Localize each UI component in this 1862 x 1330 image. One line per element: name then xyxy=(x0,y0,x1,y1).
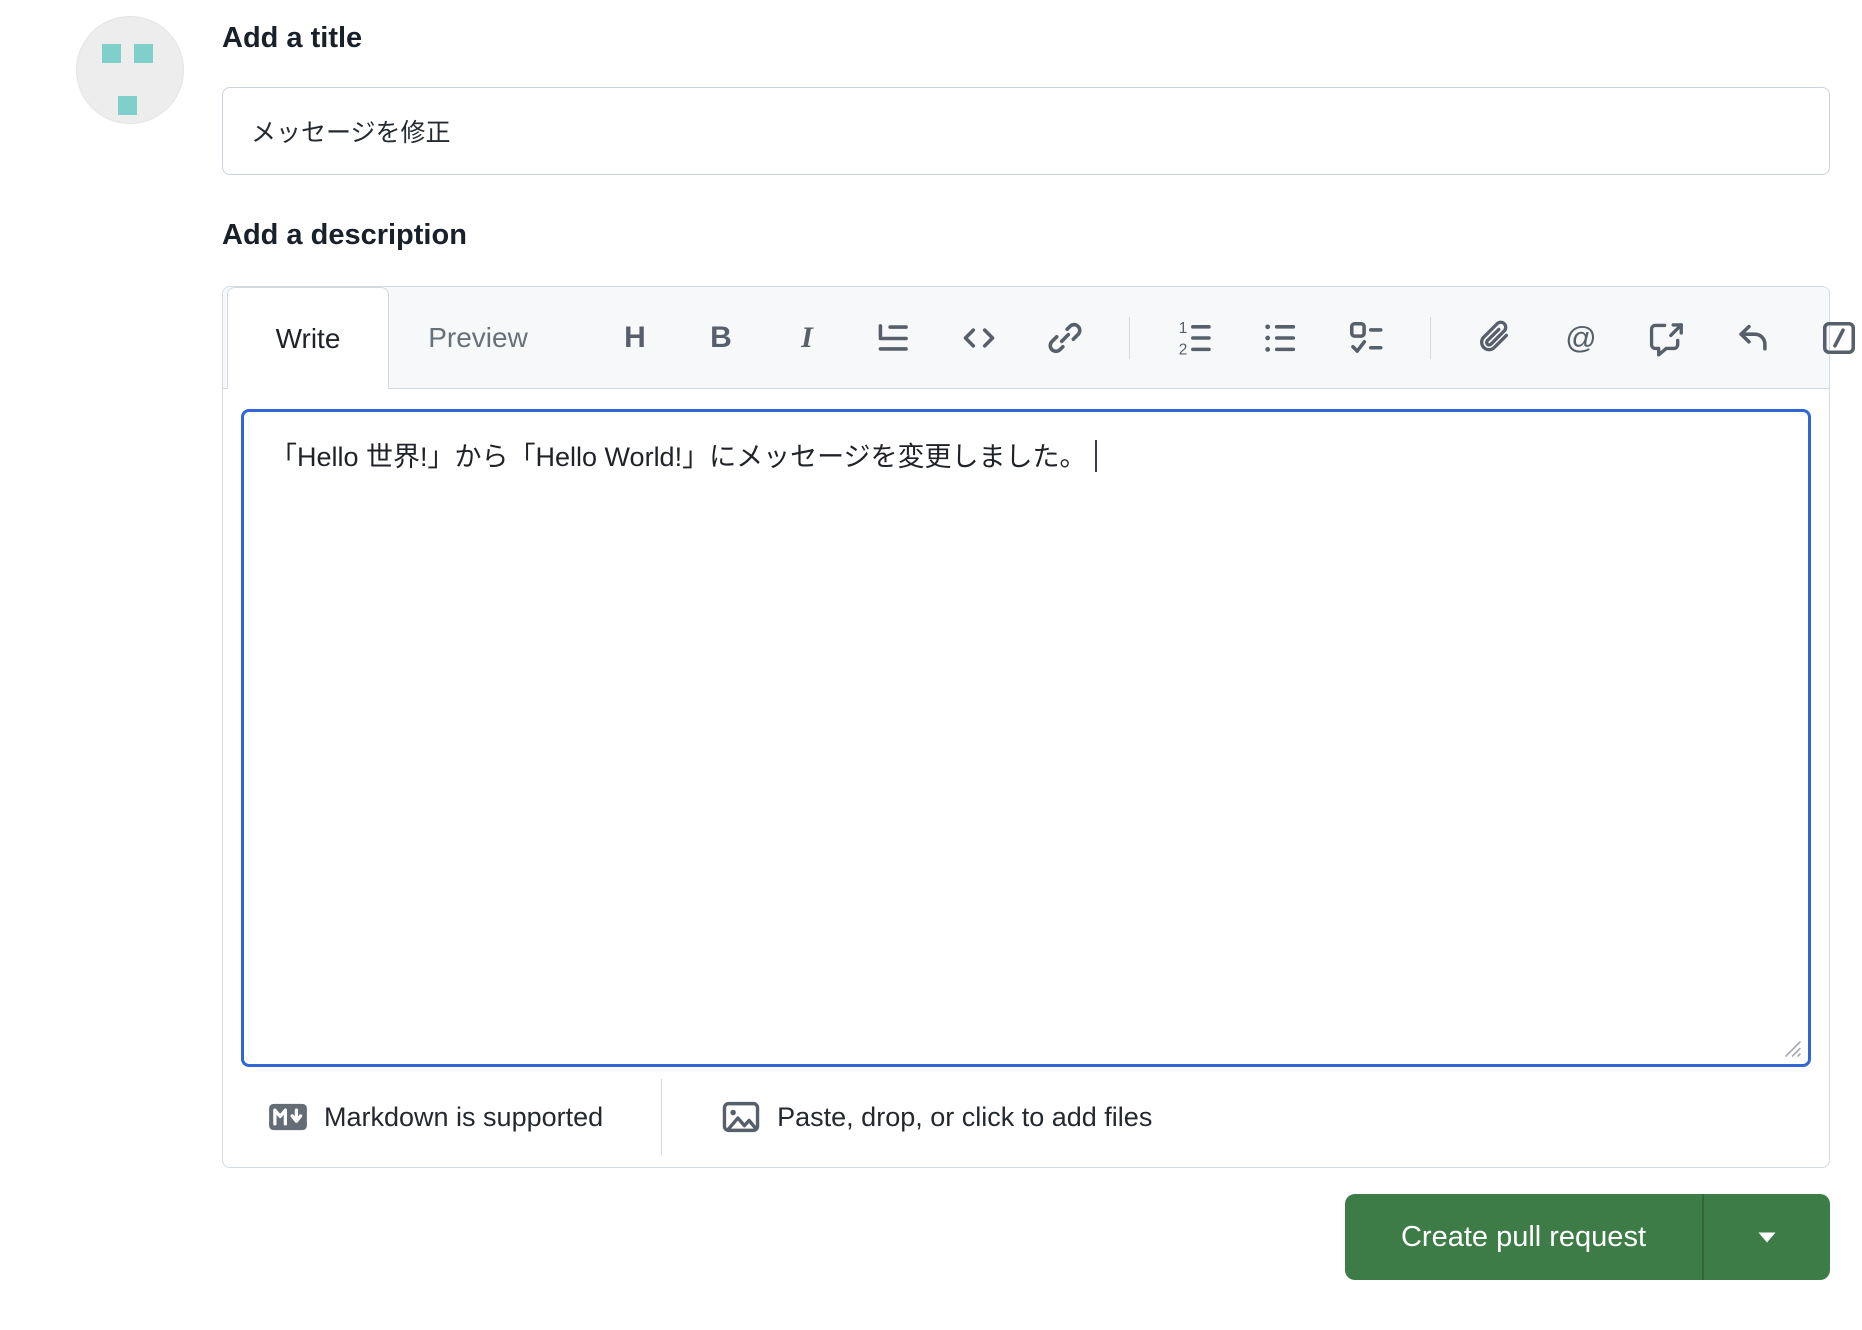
markdown-supported-label: Markdown is supported xyxy=(324,1101,604,1132)
attach-files-button[interactable]: Paste, drop, or click to add files xyxy=(720,1096,1152,1138)
toolbar-divider xyxy=(1430,316,1431,359)
italic-icon[interactable]: I xyxy=(785,316,829,360)
svg-text:2: 2 xyxy=(1179,341,1188,357)
reply-icon[interactable] xyxy=(1731,316,1775,360)
heading-icon[interactable]: H xyxy=(613,316,657,360)
link-icon[interactable] xyxy=(1043,316,1087,360)
mention-icon[interactable]: @ xyxy=(1559,316,1603,360)
image-icon xyxy=(722,1101,760,1133)
title-input[interactable] xyxy=(222,87,1830,175)
quote-icon[interactable] xyxy=(871,316,915,360)
attach-files-label: Paste, drop, or click to add files xyxy=(777,1101,1153,1132)
cross-reference-icon[interactable] xyxy=(1645,316,1689,360)
tab-preview[interactable]: Preview xyxy=(389,287,567,388)
formatting-toolbar: H B I 1 2 @ xyxy=(613,287,1861,388)
caret-down-icon xyxy=(1758,1232,1776,1242)
bold-icon[interactable]: B xyxy=(699,316,743,360)
markdown-icon xyxy=(269,1103,307,1131)
avatar-pixel xyxy=(134,44,153,63)
avatar-pixel xyxy=(118,96,137,115)
description-text: 「Hello 世界!」から「Hello World!」にメッセージを変更しました… xyxy=(270,442,1087,472)
new-pull-request-page: { "avatar": { "teal": "#7fd0ca" }, "titl… xyxy=(0,0,1862,1330)
avatar-pixel xyxy=(102,44,121,63)
pr-form: Add a title Add a description Write Prev… xyxy=(222,16,1856,1280)
description-textarea[interactable]: 「Hello 世界!」から「Hello World!」にメッセージを変更しました… xyxy=(241,409,1811,1067)
title-heading: Add a title xyxy=(222,22,363,54)
markdown-editor: Write Preview H B I 1 2 @ 「Hello 世界!」から「… xyxy=(222,286,1856,1168)
editor-tabs: Write Preview xyxy=(227,287,567,389)
description-heading: Add a description xyxy=(222,219,467,251)
code-icon[interactable] xyxy=(957,316,1001,360)
tasklist-icon[interactable] xyxy=(1344,316,1388,360)
create-pull-request-split-button: Create pull request xyxy=(1344,1194,1830,1280)
user-avatar xyxy=(76,16,184,124)
svg-text:1: 1 xyxy=(1179,320,1188,337)
slash-command-icon[interactable] xyxy=(1817,316,1861,360)
create-pull-request-button[interactable]: Create pull request xyxy=(1344,1194,1702,1280)
create-options-dropdown[interactable] xyxy=(1704,1194,1830,1280)
form-actions: Create pull request xyxy=(222,1194,1830,1280)
footer-divider xyxy=(661,1079,663,1155)
editor-body: 「Hello 世界!」から「Hello World!」にメッセージを変更しました… xyxy=(223,389,1829,1067)
resize-handle-icon[interactable] xyxy=(1779,1035,1803,1059)
toolbar-divider xyxy=(1129,316,1130,359)
paperclip-icon[interactable] xyxy=(1473,316,1517,360)
tab-write[interactable]: Write xyxy=(227,287,389,389)
ordered-list-icon[interactable]: 1 2 xyxy=(1172,316,1216,360)
unordered-list-icon[interactable] xyxy=(1258,316,1302,360)
markdown-supported-link[interactable]: Markdown is supported xyxy=(267,1096,603,1138)
editor-header: Write Preview H B I 1 2 @ xyxy=(223,287,1856,389)
editor-footer: Markdown is supported Paste, drop, or cl… xyxy=(223,1067,1829,1167)
text-cursor xyxy=(1094,440,1097,472)
